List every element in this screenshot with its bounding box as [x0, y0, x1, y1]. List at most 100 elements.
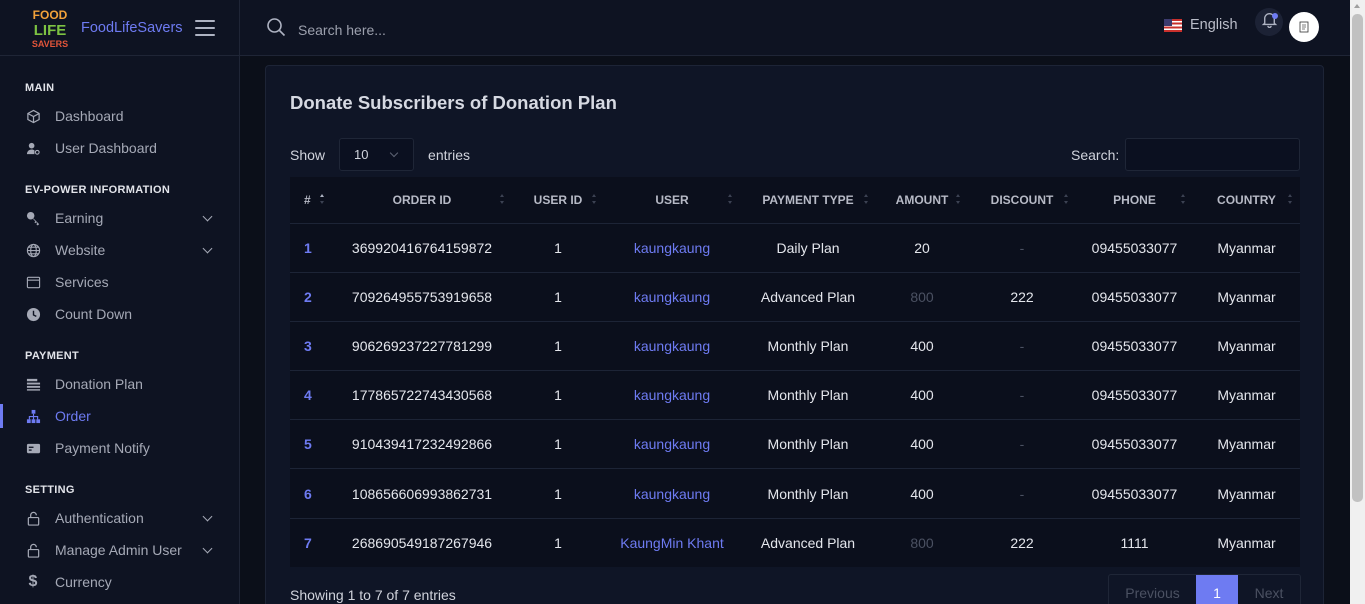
cell-index: 4: [304, 387, 312, 404]
col-header-discount[interactable]: DISCOUNT: [968, 177, 1076, 223]
user-link[interactable]: kaungkaung: [634, 240, 710, 256]
search-icon[interactable]: [266, 17, 286, 42]
col-header-country[interactable]: COUNTRY: [1193, 177, 1300, 223]
entries-label: entries: [428, 146, 471, 163]
sidebar-item-earning[interactable]: Earning: [0, 202, 239, 234]
cell-amount: 400: [910, 485, 934, 502]
table-search-label: Search:: [1071, 146, 1120, 163]
chevron-down-icon[interactable]: [202, 543, 213, 554]
user-link[interactable]: kaungkaung: [634, 486, 710, 502]
cube-icon: [25, 108, 41, 124]
user-link[interactable]: kaungkaung: [634, 387, 710, 403]
cell-discount: -: [1019, 436, 1025, 453]
cell-country: Myanmar: [1217, 485, 1276, 502]
user-link[interactable]: kaungkaung: [634, 289, 710, 305]
logo[interactable]: FOOD LIFE SAVERS: [28, 6, 72, 50]
cell-index: 3: [304, 337, 312, 354]
col-header-user-id[interactable]: USER ID: [512, 177, 604, 223]
sidebar-item-order[interactable]: Order: [0, 400, 239, 432]
cell-user: KaungMin Khant: [604, 518, 740, 567]
table-info: Showing 1 to 7 of 7 entries: [290, 587, 456, 603]
sort-icon: [1064, 194, 1068, 206]
page-scrollbar[interactable]: [1350, 0, 1365, 604]
scroll-up-arrow-icon[interactable]: [1354, 4, 1360, 8]
cell-index: 7: [304, 534, 312, 551]
sidebar-menu: MAIN Dashboard User Dashboard EV-POWER I…: [0, 56, 239, 598]
sidebar-item-label: User Dashboard: [55, 140, 157, 156]
sidebar-item-label: Earning: [55, 210, 104, 226]
cell-payment-type: Monthly Plan: [767, 337, 849, 354]
chevron-down-icon[interactable]: [202, 511, 213, 522]
sidebar-item-user-dashboard[interactable]: User Dashboard: [0, 132, 239, 164]
sidebar-item-services[interactable]: Services: [0, 266, 239, 298]
brand-name[interactable]: FoodLifeSavers: [81, 20, 183, 36]
page-1-button[interactable]: 1: [1196, 575, 1238, 604]
sidebar: FOOD LIFE SAVERS FoodLifeSavers MAIN Das…: [0, 0, 240, 604]
cell-user: kaungkaung: [604, 321, 740, 370]
sidebar-item-payment-notify[interactable]: Payment Notify: [0, 432, 239, 464]
sidebar-item-authentication[interactable]: Authentication: [0, 502, 239, 534]
cell-order-id: 910439417232492866: [351, 436, 493, 453]
cell-amount: 400: [910, 387, 934, 404]
cell-index: 1: [304, 239, 312, 256]
table-row: 4 177865722743430568 1 kaungkaung Monthl…: [290, 370, 1300, 420]
col-header-payment-type[interactable]: PAYMENT TYPE: [740, 177, 876, 223]
cell-index: 5: [304, 436, 312, 453]
next-page-button[interactable]: Next: [1238, 575, 1300, 604]
scroll-thumb[interactable]: [1352, 14, 1363, 502]
cell-payment-type: Monthly Plan: [767, 485, 849, 502]
col-header-index[interactable]: #: [290, 177, 332, 223]
previous-page-button[interactable]: Previous: [1109, 575, 1196, 604]
col-header-amount[interactable]: AMOUNT: [876, 177, 968, 223]
cell-phone: 09455033077: [1091, 239, 1178, 256]
cell-order-id: 177865722743430568: [351, 387, 493, 404]
cell-discount: -: [1019, 485, 1025, 502]
sidebar-item-manage-admin-user[interactable]: Manage Admin User: [0, 534, 239, 566]
col-header-order-id[interactable]: ORDER ID: [332, 177, 512, 223]
sidebar-item-label: Website: [55, 242, 106, 258]
cell-discount: -: [1019, 337, 1025, 354]
user-gear-icon: [25, 140, 41, 156]
col-header-user[interactable]: USER: [604, 177, 740, 223]
user-link[interactable]: kaungkaung: [634, 338, 710, 354]
user-link[interactable]: kaungkaung: [634, 436, 710, 452]
chevron-down-icon[interactable]: [202, 211, 213, 222]
sidebar-item-dashboard[interactable]: Dashboard: [0, 100, 239, 132]
sidebar-item-website[interactable]: Website: [0, 234, 239, 266]
pagination: Previous 1 Next: [1108, 574, 1301, 604]
sort-icon: [956, 194, 960, 206]
sort-icon: [1181, 194, 1185, 206]
table-search-input[interactable]: [1125, 138, 1301, 171]
table-search: Search:: [1071, 138, 1301, 171]
cell-payment-type: Advanced Plan: [760, 288, 856, 305]
cell-user-id: 1: [554, 239, 562, 256]
table-row: 1 369920416764159872 1 kaungkaung Daily …: [290, 223, 1300, 273]
chevron-down-icon[interactable]: [202, 243, 213, 254]
search-input[interactable]: [298, 21, 598, 38]
cell-amount: 800: [910, 534, 934, 551]
globe-icon: [25, 242, 41, 258]
notification-dot: [1272, 13, 1278, 19]
cell-payment-type: Monthly Plan: [767, 387, 849, 404]
cell-order-id: 906269237227781299: [351, 337, 493, 354]
col-header-phone[interactable]: PHONE: [1076, 177, 1193, 223]
user-link[interactable]: KaungMin Khant: [620, 535, 724, 551]
sidebar-item-count-down[interactable]: Count Down: [0, 298, 239, 330]
cell-order-id: 369920416764159872: [351, 239, 493, 256]
list-icon: [25, 376, 41, 392]
notification-button[interactable]: [1255, 8, 1283, 36]
sidebar-item-donation-plan[interactable]: Donation Plan: [0, 368, 239, 400]
svg-text:SAVERS: SAVERS: [32, 39, 68, 49]
language-selector[interactable]: English: [1164, 17, 1238, 33]
sidebar-item-currency[interactable]: $ Currency: [0, 566, 239, 598]
chevron-down-icon: [389, 148, 399, 158]
page-length-select[interactable]: 10: [339, 138, 415, 171]
table-row: 5 910439417232492866 1 kaungkaung Monthl…: [290, 419, 1300, 469]
lock-icon: [25, 510, 41, 526]
sidebar-item-label: Count Down: [55, 306, 133, 322]
sidebar-item-label: Manage Admin User: [55, 542, 182, 558]
avatar[interactable]: [1289, 12, 1319, 42]
sidebar-item-label: Dashboard: [55, 108, 124, 124]
hamburger-icon[interactable]: [195, 19, 215, 36]
cell-amount: 400: [910, 337, 934, 354]
